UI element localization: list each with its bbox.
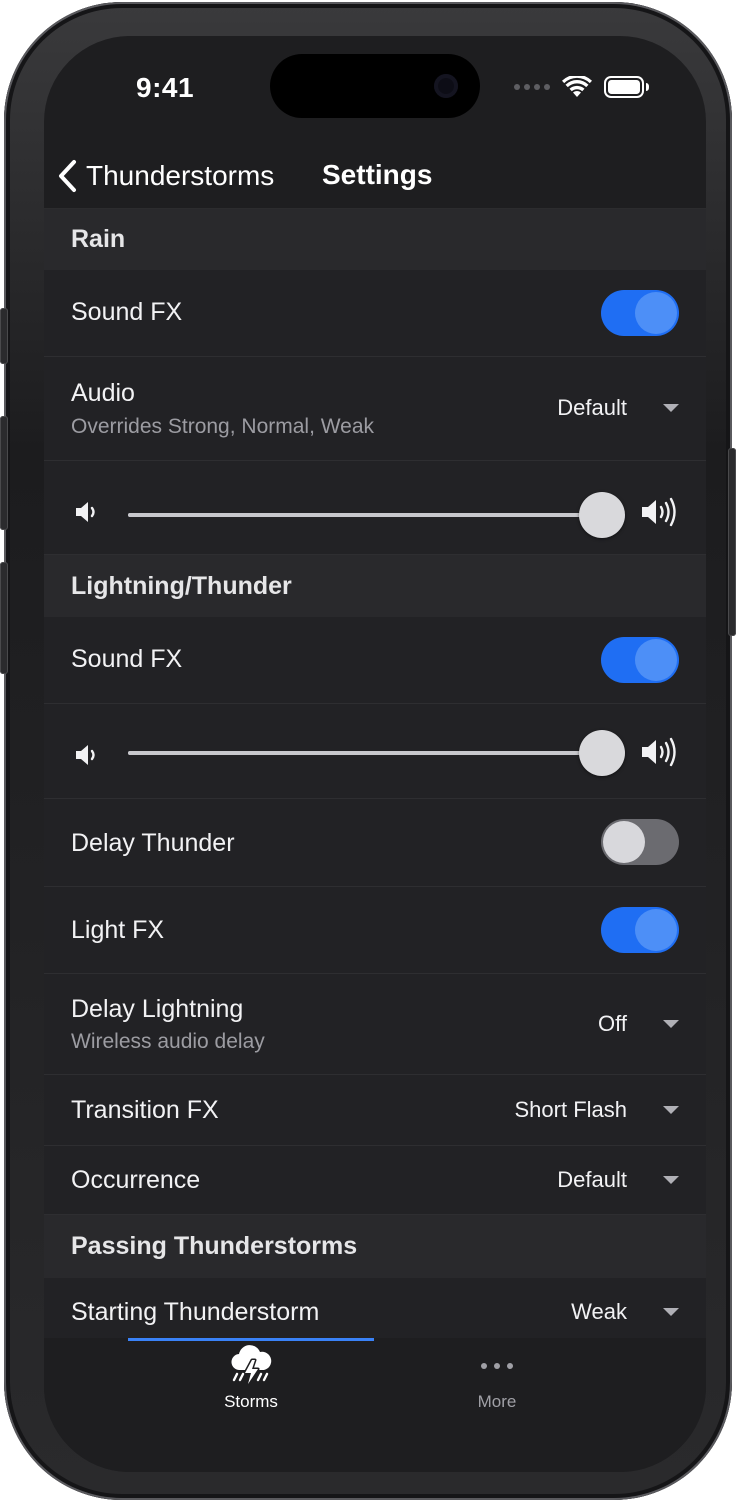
wifi-icon bbox=[562, 76, 592, 97]
back-button[interactable]: Thunderstorms bbox=[56, 154, 274, 198]
caret-down-icon bbox=[663, 1176, 679, 1184]
caret-down-icon bbox=[663, 404, 679, 412]
volume-high-icon bbox=[642, 497, 676, 527]
section-header-lightning: Lightning/Thunder bbox=[44, 555, 706, 617]
rain-volume-slider[interactable] bbox=[128, 492, 625, 538]
dropdown-value: Off bbox=[598, 1011, 627, 1036]
rain-sound-fx-row: Sound FX bbox=[44, 270, 706, 357]
cellular-dots-icon bbox=[514, 84, 550, 90]
back-label: Thunderstorms bbox=[86, 160, 275, 191]
row-sublabel: Wireless audio delay bbox=[71, 1030, 265, 1053]
power-button bbox=[728, 448, 736, 636]
section-title: Passing Thunderstorms bbox=[71, 1232, 358, 1260]
front-camera bbox=[434, 74, 458, 98]
tab-storms[interactable]: Storms bbox=[128, 1344, 374, 1424]
dropdown-value: Short Flash bbox=[514, 1097, 628, 1122]
volume-high-icon bbox=[642, 737, 676, 767]
phone-frame: 9:41 Thunderstorms Settings Rain Sound F… bbox=[0, 2, 736, 1500]
row-label: Occurrence bbox=[71, 1166, 201, 1194]
tab-label: More bbox=[477, 1392, 517, 1411]
caret-down-icon bbox=[663, 1106, 679, 1114]
occurrence-row[interactable]: Occurrence Default bbox=[44, 1146, 706, 1215]
dropdown-value: Weak bbox=[571, 1299, 627, 1324]
row-label: Delay Thunder bbox=[71, 829, 235, 857]
light-fx-toggle[interactable] bbox=[601, 907, 679, 953]
lightning-sound-fx-toggle[interactable] bbox=[601, 637, 679, 683]
row-label: Transition FX bbox=[71, 1096, 219, 1124]
rain-audio-dropdown[interactable]: Default bbox=[557, 395, 679, 421]
action-button bbox=[0, 308, 8, 364]
delay-thunder-toggle[interactable] bbox=[601, 819, 679, 865]
transition-fx-row[interactable]: Transition FX Short Flash bbox=[44, 1075, 706, 1146]
row-label: Light FX bbox=[71, 916, 165, 944]
volume-low-icon bbox=[76, 502, 95, 522]
dropdown-value: Default bbox=[557, 395, 627, 420]
battery-icon bbox=[604, 76, 649, 98]
row-label: Starting Thunderstorm bbox=[71, 1298, 320, 1326]
delay-lightning-row[interactable]: Delay Lightning Wireless audio delay Off bbox=[44, 974, 706, 1075]
volume-up-button bbox=[0, 416, 8, 530]
tab-label: Storms bbox=[224, 1392, 278, 1411]
storm-cloud-icon bbox=[231, 1345, 272, 1386]
lightning-sound-fx-row: Sound FX bbox=[44, 617, 706, 704]
starting-thunderstorm-dropdown[interactable]: Weak bbox=[571, 1299, 679, 1325]
slider-fill bbox=[128, 751, 602, 755]
row-sublabel: Overrides Strong, Normal, Weak bbox=[71, 415, 375, 438]
section-title: Rain bbox=[71, 225, 126, 253]
transition-fx-dropdown[interactable]: Short Flash bbox=[514, 1097, 679, 1123]
rain-volume-row bbox=[44, 461, 706, 555]
more-dots-icon bbox=[481, 1344, 513, 1388]
tab-more[interactable]: More bbox=[374, 1344, 620, 1424]
delay-thunder-row: Delay Thunder bbox=[44, 799, 706, 887]
delay-lightning-dropdown[interactable]: Off bbox=[598, 1011, 679, 1037]
navigation-bar: Thunderstorms Settings bbox=[44, 146, 706, 209]
section-header-passing: Passing Thunderstorms bbox=[44, 1215, 706, 1278]
slider-fill bbox=[128, 513, 602, 517]
status-icons bbox=[514, 76, 650, 98]
chevron-left-icon bbox=[59, 160, 76, 192]
section-header-rain: Rain bbox=[44, 209, 706, 270]
volume-down-button bbox=[0, 562, 8, 674]
dropdown-value: Default bbox=[557, 1167, 627, 1192]
slider-thumb[interactable] bbox=[579, 492, 625, 538]
row-label: Sound FX bbox=[71, 645, 183, 673]
light-fx-row: Light FX bbox=[44, 887, 706, 974]
row-label: Delay Lightning bbox=[71, 995, 244, 1023]
lightning-volume-slider[interactable] bbox=[128, 730, 625, 776]
slider-thumb[interactable] bbox=[579, 730, 625, 776]
row-label: Sound FX bbox=[71, 298, 183, 326]
rain-sound-fx-toggle[interactable] bbox=[601, 290, 679, 336]
tab-bar: Storms More bbox=[44, 1338, 706, 1472]
tab-indicator bbox=[128, 1338, 374, 1341]
status-time: 9:41 bbox=[136, 72, 195, 103]
occurrence-dropdown[interactable]: Default bbox=[557, 1167, 679, 1193]
caret-down-icon bbox=[663, 1308, 679, 1316]
rain-audio-row[interactable]: Audio Overrides Strong, Normal, Weak Def… bbox=[44, 357, 706, 461]
app-screen: 9:41 Thunderstorms Settings Rain Sound F… bbox=[44, 36, 706, 1472]
section-title: Lightning/Thunder bbox=[71, 571, 292, 600]
dynamic-island bbox=[270, 54, 480, 118]
row-label: Audio bbox=[71, 379, 135, 407]
starting-thunderstorm-row[interactable]: Starting Thunderstorm Weak bbox=[44, 1278, 706, 1338]
volume-low-icon bbox=[76, 745, 95, 765]
lightning-volume-row bbox=[44, 704, 706, 799]
page-title: Settings bbox=[322, 159, 433, 190]
caret-down-icon bbox=[663, 1020, 679, 1028]
